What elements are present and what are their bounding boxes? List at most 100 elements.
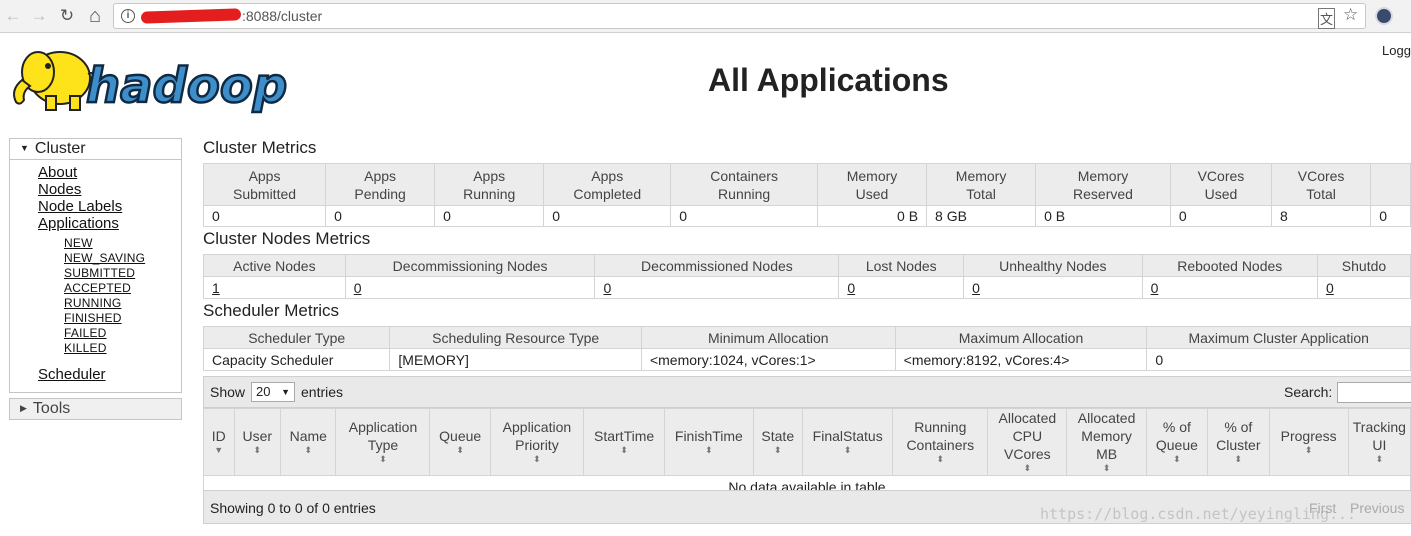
reload-icon[interactable]: ↻ [56,5,78,27]
info-icon[interactable]: i [121,9,135,23]
sidebar-state-finished[interactable]: FINISHED [64,311,122,325]
apps-column-label: Application Type ⬍ [340,418,425,466]
sidebar-state-accepted[interactable]: ACCEPTED [64,281,131,295]
sort-icon[interactable]: ⬍ [807,445,888,455]
sort-icon[interactable]: ⬍ [495,454,579,464]
sidebar-tools-header[interactable]: ▶ Tools [9,398,182,420]
cluster-metric-header: Memory Reserved [1035,163,1171,206]
sidebar-link-scheduler[interactable]: Scheduler [38,366,106,383]
apps-column-header[interactable]: Allocated Memory MB ⬍ [1066,408,1147,476]
apps-column-header[interactable]: Allocated CPU VCores ⬍ [987,408,1068,476]
nodes-metric-header: Decommissioned Nodes [594,254,840,277]
header-line: Reserved [1073,185,1133,202]
sort-icon[interactable]: ⬍ [1151,454,1203,464]
sidebar-link-about[interactable]: About [38,164,77,181]
nodes-metric-header: Unhealthy Nodes [963,254,1143,277]
url-text[interactable]: :8088/cluster [242,8,322,24]
scheduler-metric-header: Maximum Cluster Application [1146,326,1411,349]
address-bar[interactable]: i :8088/cluster 文 ☆ [113,3,1366,29]
apps-column-header[interactable]: Application Type ⬍ [335,408,431,476]
cluster-metric-header: VCores Total [1270,163,1372,206]
apps-column-header[interactable]: State ⬍ [752,408,804,476]
search-input[interactable] [1337,382,1411,403]
header-line: Queue [1155,437,1198,453]
apps-column-label: Allocated Memory MB ⬍ [1071,410,1141,475]
sort-icon[interactable]: ⬍ [992,463,1062,473]
sort-icon[interactable]: ⬍ [588,445,660,455]
nodes-metric-cell: 0 [838,276,965,299]
apps-column-header[interactable]: Name ⬍ [280,408,337,476]
back-icon[interactable]: ← [2,5,24,27]
header-line: Used [1204,185,1238,202]
nodes-metric-link[interactable]: 1 [212,280,220,296]
apps-column-header[interactable]: ID ▼ [203,408,235,476]
header-line: Apps [248,167,281,184]
previous-page-button[interactable]: Previous [1350,500,1404,516]
cluster-metric-value: 0 [202,205,327,227]
cluster-metrics-table: Apps Submitted Apps Pending Apps Running Apps C… [202,163,1411,227]
header-line: % of [1224,419,1253,435]
apps-column-header[interactable]: StartTime ⬍ [582,408,666,476]
sidebar-state-failed[interactable]: FAILED [64,326,107,340]
sort-icon[interactable]: ▼ [208,445,230,455]
sort-icon[interactable]: ⬍ [340,454,425,464]
sidebar-state-new[interactable]: NEW [64,236,93,250]
header-line: Apps [591,167,624,184]
sort-icon[interactable]: ⬍ [1353,454,1406,464]
sort-icon[interactable]: ⬍ [1212,454,1265,464]
apps-column-header[interactable]: % of Cluster ⬍ [1207,408,1270,476]
header-line: CPU [1012,428,1043,444]
search-label: Search: [1284,384,1333,400]
nodes-metric-link[interactable]: 0 [603,280,611,296]
sidebar-state-running[interactable]: RUNNING [64,296,121,310]
header-line: Tracking [1352,419,1406,435]
nodes-metric-link[interactable]: 0 [972,280,980,296]
profile-avatar-icon[interactable] [1375,7,1393,25]
apps-column-header[interactable]: User ⬍ [233,408,282,476]
header-line: Containers [710,167,778,184]
nodes-metric-link[interactable]: 0 [1326,280,1334,296]
apps-column-header[interactable]: Application Priority ⬍ [489,408,584,476]
page-size-value: 20 [256,384,271,399]
sort-icon[interactable]: ⬍ [239,445,277,455]
apps-column-header[interactable]: % of Queue ⬍ [1145,408,1209,476]
sidebar-state-new-saving[interactable]: NEW_SAVING [64,251,145,265]
apps-column-header[interactable]: Progress ⬍ [1268,408,1349,476]
header-line: Used [855,185,889,202]
header-line: Completed [573,185,642,202]
sidebar-cluster-header[interactable]: ▼ Cluster [9,138,182,160]
sort-icon[interactable]: ⬍ [669,445,748,455]
translate-icon[interactable]: 文 [1318,8,1336,29]
home-icon[interactable]: ⌂ [84,5,106,27]
header-line: Allocated [1077,410,1136,426]
nodes-metric-link[interactable]: 0 [847,280,855,296]
nodes-metric-link[interactable]: 0 [1151,280,1159,296]
apps-column-header[interactable]: Queue ⬍ [429,408,491,476]
apps-column-header[interactable]: Tracking UI ⬍ [1347,408,1411,476]
svg-text:hadoop: hadoop [86,58,287,114]
page-size-select[interactable]: 20 ▼ [251,382,295,402]
header-line: VCores [1004,446,1051,462]
header-line: ID [211,428,226,444]
forward-icon[interactable]: → [28,5,50,27]
cluster-metric-value: 0 B [1035,205,1171,227]
sidebar-link-applications[interactable]: Applications [38,215,119,232]
scheduler-metric-value: <memory:8192, vCores:4> [894,348,1148,371]
sort-icon[interactable]: ⬍ [1274,445,1344,455]
apps-column-header[interactable]: FinishTime ⬍ [664,408,754,476]
table-info: Showing 0 to 0 of 0 entries [210,500,376,516]
sort-icon[interactable]: ⬍ [758,445,799,455]
nodes-metric-link[interactable]: 0 [354,280,362,296]
sort-icon[interactable]: ⬍ [434,445,485,455]
sidebar-state-submitted[interactable]: SUBMITTED [64,266,135,280]
sort-icon[interactable]: ⬍ [1071,463,1141,473]
sidebar-link-node-labels[interactable]: Node Labels [38,198,122,215]
sort-icon[interactable]: ⬍ [285,445,331,455]
star-icon[interactable]: ☆ [1343,5,1358,25]
apps-column-header[interactable]: Running Containers ⬍ [892,408,989,476]
apps-column-header[interactable]: FinalStatus ⬍ [802,408,894,476]
sidebar-link-nodes[interactable]: Nodes [38,181,81,198]
apps-column-label: % of Cluster ⬍ [1212,418,1265,466]
sort-icon[interactable]: ⬍ [897,454,983,464]
sidebar-state-killed[interactable]: KILLED [64,341,107,355]
